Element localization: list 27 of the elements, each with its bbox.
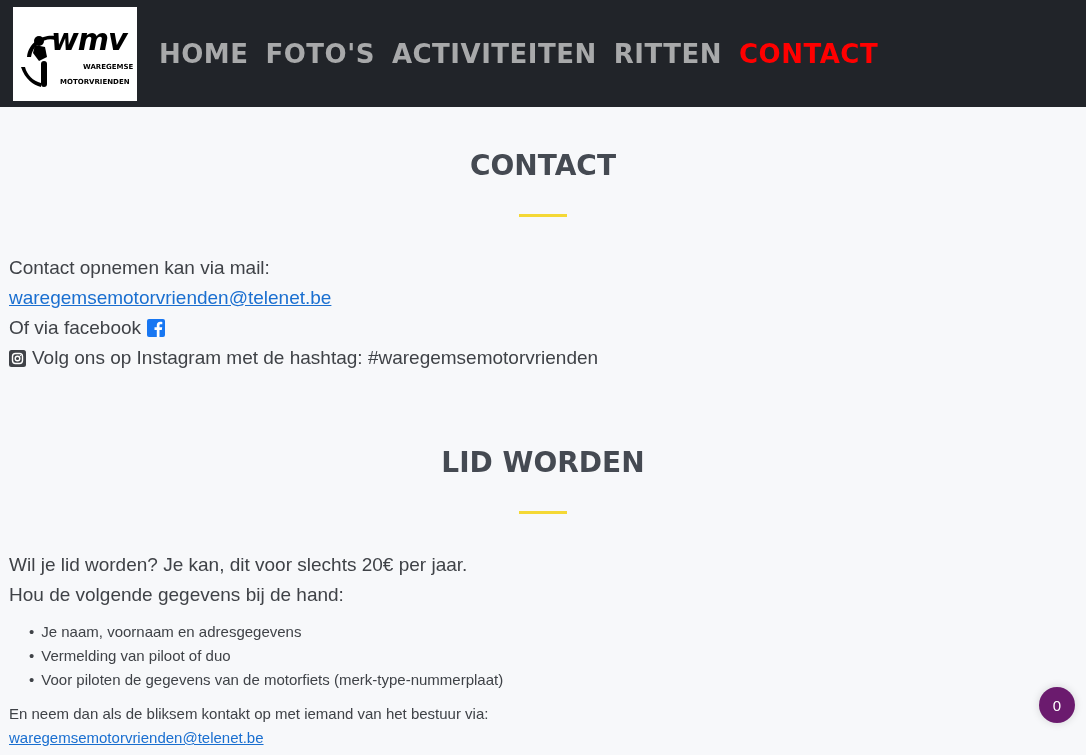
bullet: • [29,622,35,642]
bullet: • [29,646,35,666]
membership-text: Wil je lid worden? Je kan, dit voor slechts 20€ per jaar. [9,553,468,577]
contact-text: Contact opnemen kan via mail: [9,256,270,280]
logo-mark: wmv [51,24,127,55]
nav-link[interactable]: FOTO'S [265,40,375,67]
accent-bar [519,511,567,514]
instagram-icon[interactable] [9,349,26,367]
accent-bar [519,214,567,217]
bullet: • [29,670,35,690]
closing-text: En neem dan als de bliksem kontakt op met iemand van het bestuur via: [9,704,489,724]
requirement-item: Je naam, voornaam en adresgegevens [41,622,302,642]
facebook-text: Of via facebook [9,316,142,340]
nav-link[interactable]: RITTEN [613,40,723,67]
requirement-item: Vermelding van piloot of duo [41,646,231,666]
membership-text: Hou de volgende gegevens bij de hand: [9,583,344,607]
instagram-text: Volg ons op Instagram met de hashtag: #waregemsemotorvrienden [32,346,599,370]
email-link[interactable]: waregemsemotorvrienden@telenet.be [9,729,264,746]
nav-link[interactable]: ACTIVITEITEN [391,40,597,67]
nav-link[interactable]: CONTACT [739,40,879,67]
email-link[interactable]: waregemsemotorvrienden@telenet.be [9,283,332,313]
section-title: LID WORDEN [440,449,646,477]
section-title: CONTACT [469,152,617,180]
count-badge[interactable]: 0 [1039,687,1075,723]
facebook-icon[interactable] [147,319,166,337]
nav-link[interactable]: HOME [159,40,249,67]
requirement-item: Voor piloten de gegevens van de motorfiets (merk-type-nummerplaat) [41,670,504,690]
